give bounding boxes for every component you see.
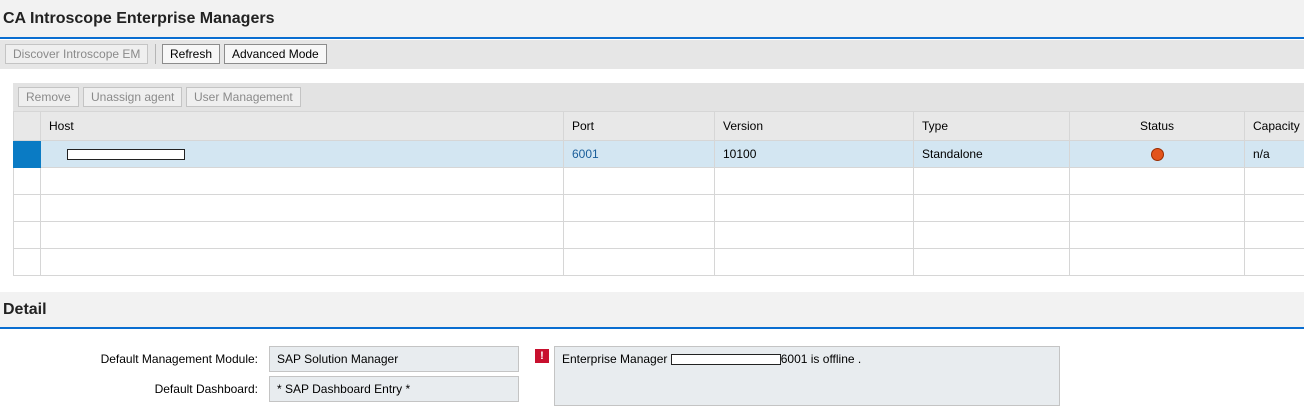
table-row [14,222,1304,249]
column-header-capacity[interactable]: Capacity [1245,112,1304,141]
main-toolbar: Discover Introscope EM Refresh Advanced … [0,40,1304,69]
advanced-mode-button[interactable]: Advanced Mode [224,44,327,64]
cell-version: 10100 [715,141,914,168]
table-row [14,249,1304,276]
row-selector[interactable] [14,195,41,222]
cell-port[interactable]: 6001 [564,141,715,168]
row-selector[interactable] [14,141,41,168]
managers-section-header: CA Introscope Enterprise Managers [0,0,1304,39]
toolbar-separator [155,44,156,64]
managers-title: CA Introscope Enterprise Managers [3,10,274,28]
table-header-row: Host Port Version Type Status Capacity [14,112,1304,141]
detail-title: Detail [3,301,47,319]
cell-status [1070,141,1245,168]
redacted-host [67,149,185,160]
remove-button[interactable]: Remove [18,87,79,107]
column-header-status[interactable]: Status [1070,112,1245,141]
detail-section-header: Detail [0,292,1304,329]
managers-table-panel: Remove Unassign agent User Management Ho… [13,83,1304,277]
dashboard-field: * SAP Dashboard Entry * [269,376,519,402]
select-all-header[interactable] [14,112,41,141]
column-header-host[interactable]: Host [41,112,564,141]
table-toolbar: Remove Unassign agent User Management [13,83,1304,112]
offline-message-box: Enterprise Manager 6001 is offline . [554,346,1060,406]
row-selector[interactable] [14,222,41,249]
row-selector[interactable] [14,249,41,276]
refresh-button[interactable]: Refresh [162,44,220,64]
redacted-em-host [671,354,781,365]
managers-table: Host Port Version Type Status Capacity 6… [13,111,1304,276]
column-header-port[interactable]: Port [564,112,715,141]
column-header-version[interactable]: Version [715,112,914,141]
management-module-field: SAP Solution Manager [269,346,519,372]
port-link[interactable]: 6001 [572,147,599,161]
cell-host [41,141,564,168]
user-management-button[interactable]: User Management [186,87,301,107]
discover-em-button[interactable]: Discover Introscope EM [5,44,148,64]
row-selector[interactable] [14,168,41,195]
cell-type: Standalone [914,141,1070,168]
table-row [14,168,1304,195]
error-icon: ! [535,349,549,363]
column-header-type[interactable]: Type [914,112,1070,141]
module-label: Default Management Module: [0,352,258,366]
table-row[interactable]: 6001 10100 Standalone n/a [14,141,1304,168]
status-offline-icon [1151,148,1164,161]
unassign-agent-button[interactable]: Unassign agent [83,87,182,107]
dashboard-label: Default Dashboard: [0,382,258,396]
message-prefix: Enterprise Manager [562,352,667,366]
message-suffix: 6001 is offline . [781,352,862,366]
table-row [14,195,1304,222]
cell-capacity: n/a [1245,141,1304,168]
